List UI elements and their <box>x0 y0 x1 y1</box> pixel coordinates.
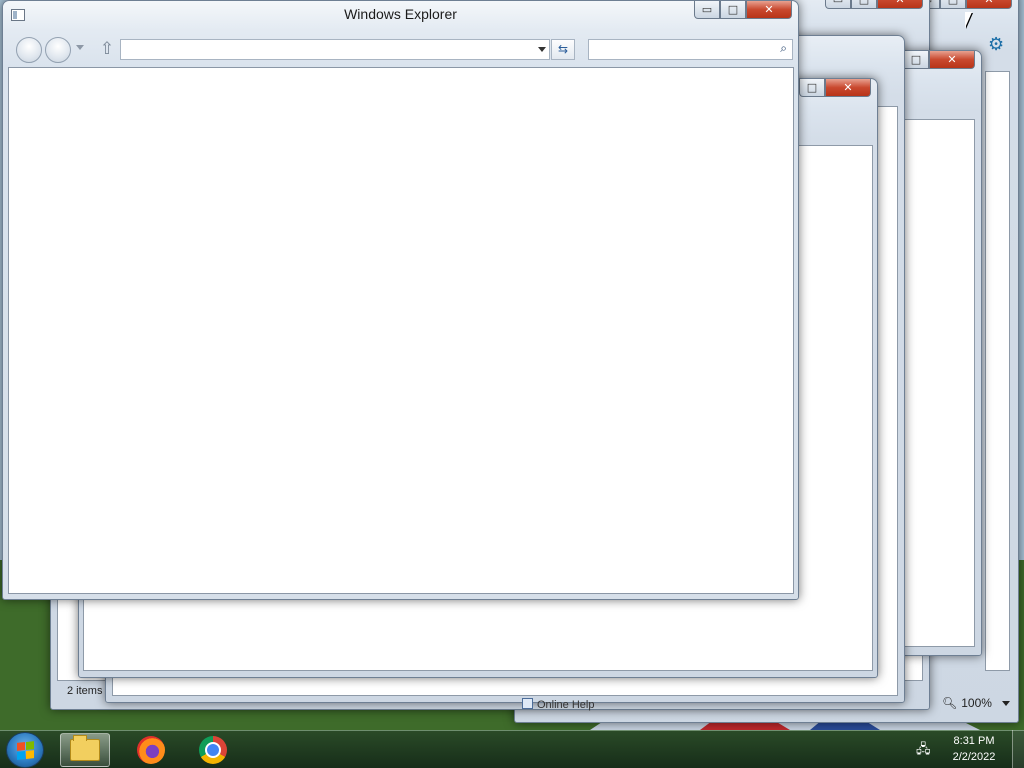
taskbar-firefox[interactable] <box>126 733 176 767</box>
system-clock[interactable]: 8:31 PM 2/2/2022 <box>942 733 1006 765</box>
minimize-button[interactable]: ▭ <box>825 0 851 9</box>
mouse-cursor-icon <box>965 12 972 28</box>
status-bar-item-count: 2 items <box>67 685 103 697</box>
folder-icon <box>70 735 100 761</box>
show-desktop-button[interactable] <box>1012 730 1024 768</box>
gear-icon[interactable]: ⚙ <box>988 34 1004 55</box>
minimize-button[interactable]: ▭ <box>694 1 720 19</box>
search-input[interactable] <box>589 40 769 59</box>
search-icon[interactable]: ⌕ <box>780 41 787 56</box>
taskbar <box>0 730 1024 768</box>
chevron-down-icon[interactable] <box>538 47 546 52</box>
recent-pages-dropdown[interactable] <box>76 45 84 50</box>
maximize-button[interactable]: □ <box>940 0 966 9</box>
window-title: Windows Explorer <box>344 6 457 22</box>
up-arrow-icon[interactable]: ⇧ <box>98 39 116 59</box>
back-button[interactable] <box>16 37 42 63</box>
clock-time: 8:31 PM <box>953 735 995 747</box>
online-help-link[interactable]: Online Help <box>522 698 622 711</box>
maximize-button[interactable]: □ <box>851 0 877 9</box>
taskbar-windows-explorer[interactable] <box>60 733 110 767</box>
close-button[interactable]: ✕ <box>746 1 792 19</box>
windows-explorer-window[interactable]: Windows Explorer ▭ □ ✕ ⇧ ⇆ ⌕ <box>2 0 799 600</box>
help-icon <box>522 698 533 709</box>
address-input[interactable] <box>121 40 526 59</box>
firefox-icon <box>137 736 165 764</box>
maximize-button[interactable]: □ <box>799 79 825 97</box>
zoom-level: 100% <box>961 696 992 710</box>
maximize-button[interactable]: □ <box>903 51 929 69</box>
start-button[interactable] <box>6 732 44 768</box>
search-box[interactable]: ⌕ <box>588 39 793 60</box>
online-help-label: Online Help <box>537 699 595 711</box>
close-button[interactable]: ✕ <box>929 51 975 69</box>
close-button[interactable]: ✕ <box>877 0 923 9</box>
close-button[interactable]: ✕ <box>825 79 871 97</box>
close-button[interactable]: ✕ <box>966 0 1012 9</box>
chrome-icon <box>199 736 227 764</box>
network-icon[interactable]: 🖧 <box>916 740 932 757</box>
maximize-button[interactable]: □ <box>720 1 746 19</box>
forward-button[interactable] <box>45 37 71 63</box>
taskbar-chrome[interactable] <box>188 733 238 767</box>
clock-date: 2/2/2022 <box>952 751 996 763</box>
file-list-pane[interactable] <box>8 67 794 594</box>
zoom-control[interactable]: 🔍︎ 100% <box>942 696 1010 710</box>
chevron-down-icon[interactable] <box>1001 700 1010 706</box>
windows-logo-icon <box>16 740 34 760</box>
zoom-icon: 🔍︎ <box>942 696 958 710</box>
refresh-button[interactable]: ⇆ <box>551 39 575 60</box>
address-bar[interactable] <box>120 39 550 60</box>
